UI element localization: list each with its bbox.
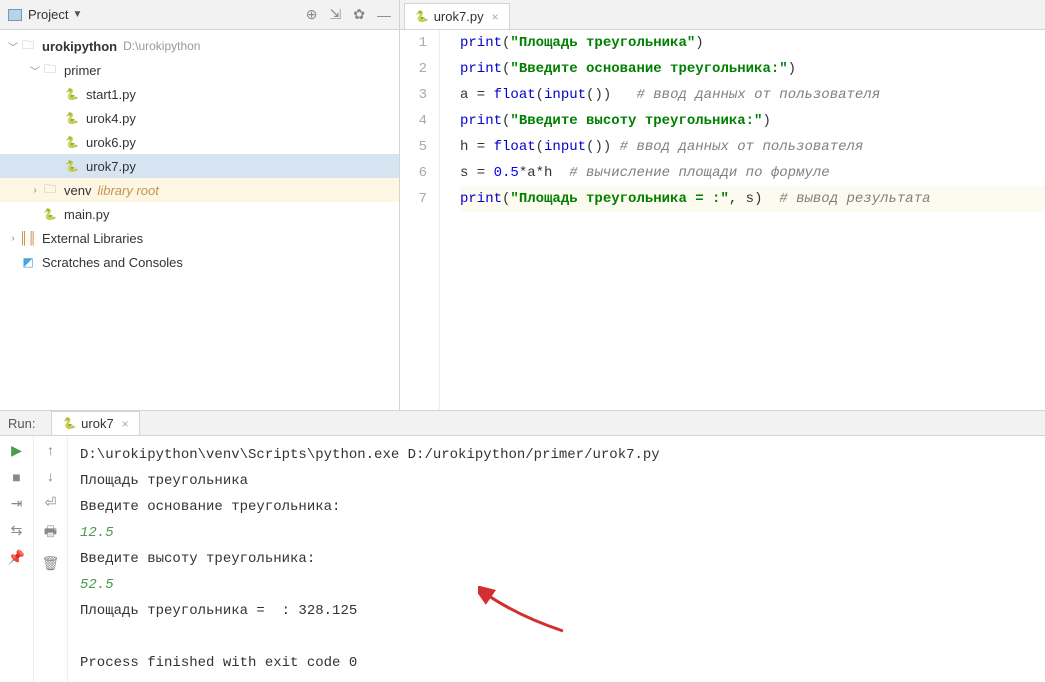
down-button[interactable]: ↓ [47,468,54,484]
settings-icon[interactable]: ✿ [353,6,365,23]
tree-external-libs[interactable]: › ║║ External Libraries [0,226,399,250]
code-line: h = float(input()) # ввод данных от поль… [460,134,1045,160]
console-line: Введите основание треугольника: [80,494,1033,520]
run-tab-label: urok7 [81,416,114,431]
python-file-icon: 🐍 [64,110,80,126]
file-label: start1.py [86,87,136,102]
line-number: 2 [400,56,427,82]
code-line-highlighted: print("Площадь треугольника = :", s) # в… [460,186,1045,212]
editor-pane: 🐍 urok7.py × 1 2 3 4 5 6 7 print("Площад… [400,0,1045,410]
chevron-down-icon[interactable]: ▼ [72,9,82,20]
line-number: 1 [400,30,427,56]
folder-icon: 🗀 [42,62,58,78]
run-controls-primary: ▶ ■ ⇥ ⇆ 📌 [0,436,34,682]
tree-root[interactable]: ﹀ 🗀 urokipython D:\urokipython [0,34,399,58]
chevron-right-icon[interactable]: › [6,233,20,244]
python-file-icon: 🐍 [62,417,76,430]
folder-label: primer [64,63,101,78]
code-line: print("Введите основание треугольника:") [460,56,1045,82]
tree-file-selected[interactable]: · 🐍 urok7.py [0,154,399,178]
chevron-down-icon[interactable]: ﹀ [28,63,42,78]
expand-icon[interactable]: ⇲ [330,6,342,23]
locate-icon[interactable]: ⊕ [306,6,318,23]
console-user-input: 12.5 [80,520,1033,546]
run-tab-bar: Run: 🐍 urok7 × [0,411,1045,436]
root-path: D:\urokipython [123,39,200,53]
editor-tab[interactable]: 🐍 urok7.py × [404,3,510,29]
run-button[interactable]: ▶ [11,442,22,459]
tree-scratches[interactable]: · ◩ Scratches and Consoles [0,250,399,274]
python-file-icon: 🐍 [415,10,429,23]
project-view-icon [8,9,22,21]
layout-settings-button[interactable]: ⇆ [11,522,23,539]
folder-icon: 🗀 [20,38,36,54]
console-line: Введите высоту треугольника: [80,546,1033,572]
up-button[interactable]: ↑ [47,442,54,458]
delete-button[interactable]: 🗑 [42,555,60,572]
close-icon[interactable]: × [122,417,129,431]
project-title[interactable]: Project [28,7,68,22]
project-toolbar: ⊕ ⇲ ✿ — [306,6,391,23]
code-line: print("Введите высоту треугольника:") [460,108,1045,134]
tree-file-main[interactable]: · 🐍 main.py [0,202,399,226]
scratches-label: Scratches and Consoles [42,255,183,270]
line-number: 7 [400,186,427,212]
line-number: 5 [400,134,427,160]
file-label: main.py [64,207,110,222]
annotation-arrow [478,586,578,646]
chevron-down-icon[interactable]: ﹀ [6,39,20,54]
line-number: 6 [400,160,427,186]
python-file-icon: 🐍 [64,86,80,102]
python-file-icon: 🐍 [42,206,58,222]
file-label: urok4.py [86,111,136,126]
file-label: urok6.py [86,135,136,150]
line-number: 4 [400,108,427,134]
root-name: urokipython [42,39,117,54]
project-tree[interactable]: ﹀ 🗀 urokipython D:\urokipython ﹀ 🗀 prime… [0,30,399,410]
library-root-note: library root [97,183,158,198]
console-output[interactable]: D:\urokipython\venv\Scripts\python.exe D… [68,436,1045,682]
pin-button[interactable]: 📌 [8,549,25,566]
tree-file[interactable]: · 🐍 start1.py [0,82,399,106]
code-line: print("Площадь треугольника") [460,30,1045,56]
print-button[interactable]: 🖶 [44,521,57,545]
console-line: D:\urokipython\venv\Scripts\python.exe D… [80,442,1033,468]
run-tab[interactable]: 🐍 urok7 × [51,411,139,435]
code-line: s = 0.5*a*h # вычисление площади по форм… [460,160,1045,186]
wrap-button[interactable]: ⏎ [45,494,57,511]
tree-file[interactable]: · 🐍 urok6.py [0,130,399,154]
tree-folder-venv[interactable]: › 🗀 venv library root [0,178,399,202]
console-exit-line: Process finished with exit code 0 [80,650,1033,676]
project-tool-window: Project ▼ ⊕ ⇲ ✿ — ﹀ 🗀 urokipython D:\uro… [0,0,400,410]
chevron-right-icon[interactable]: › [28,185,42,196]
editor-tab-bar: 🐍 urok7.py × [400,0,1045,30]
file-label: urok7.py [86,159,136,174]
libraries-icon: ║║ [20,230,36,246]
scratches-icon: ◩ [20,254,36,270]
python-file-icon: 🐍 [64,134,80,150]
tree-folder-primer[interactable]: ﹀ 🗀 primer [0,58,399,82]
python-file-icon: 🐍 [64,158,80,174]
stop-button[interactable]: ■ [12,469,20,485]
editor-body[interactable]: 1 2 3 4 5 6 7 print("Площадь треугольник… [400,30,1045,410]
code-line: a = float(input()) # ввод данных от поль… [460,82,1045,108]
project-header: Project ▼ ⊕ ⇲ ✿ — [0,0,399,30]
external-label: External Libraries [42,231,143,246]
close-icon[interactable]: × [492,10,499,24]
minimize-icon[interactable]: — [377,7,391,23]
line-number: 3 [400,82,427,108]
tab-label: urok7.py [434,9,484,24]
run-label: Run: [8,416,35,431]
venv-label: venv [64,183,91,198]
console-line: Площадь треугольника [80,468,1033,494]
code-area[interactable]: print("Площадь треугольника") print("Вве… [440,30,1045,410]
gutter: 1 2 3 4 5 6 7 [400,30,440,410]
folder-icon: 🗀 [42,182,58,198]
run-tool-window: Run: 🐍 urok7 × ▶ ■ ⇥ ⇆ 📌 ↑ ↓ ⏎ 🖶 🗑 D:\ur… [0,410,1045,675]
tree-file[interactable]: · 🐍 urok4.py [0,106,399,130]
layout-button[interactable]: ⇥ [11,495,23,512]
run-controls-secondary: ↑ ↓ ⏎ 🖶 🗑 [34,436,68,682]
